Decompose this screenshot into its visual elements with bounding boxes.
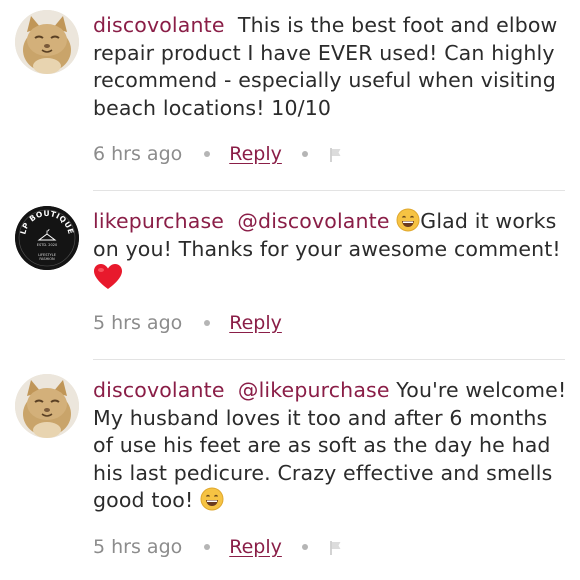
cat-avatar-icon [15,10,79,74]
reply-link[interactable]: Reply [229,143,282,165]
smiley-emoji-icon [200,487,224,511]
separator-dot [204,544,211,550]
timestamp: 5 hrs ago [93,312,183,334]
divider [93,190,565,191]
heart-emoji-icon [93,263,123,291]
username-link[interactable]: likepurchase [93,209,224,233]
timestamp: 6 hrs ago [93,143,183,165]
separator-dot [301,544,308,550]
reply-link[interactable]: Reply [229,536,282,558]
mention-link[interactable]: @discovolante [237,209,389,233]
avatar[interactable] [15,374,79,438]
flag-icon[interactable] [328,146,344,162]
divider [93,359,565,360]
cat-avatar-icon [15,374,79,438]
lp-boutique-logo-icon: LP BOUTIQUE ESTD. 2020 LIFESTYLE FASHION [15,206,79,270]
avatar[interactable]: LP BOUTIQUE ESTD. 2020 LIFESTYLE FASHION [15,206,79,270]
separator-dot [204,151,211,157]
comment-text: discovolante @likepurchase You're welcom… [93,377,568,515]
mention-link[interactable]: @likepurchase [238,378,390,402]
avatar[interactable] [15,10,79,74]
comment-meta: 5 hrs ago Reply [93,310,282,336]
svg-text:FASHION: FASHION [39,257,55,261]
comment-text: likepurchase @discovolante Glad it works… [93,208,568,293]
timestamp: 5 hrs ago [93,536,183,558]
reply-link[interactable]: Reply [229,312,282,334]
flag-icon[interactable] [328,539,344,555]
smiley-emoji-icon [396,208,420,232]
username-link[interactable]: discovolante [93,378,225,402]
svg-text:ESTD. 2020: ESTD. 2020 [37,243,57,247]
comment-meta: 5 hrs ago Reply [93,534,344,560]
username-link[interactable]: discovolante [93,13,225,37]
separator-dot [204,320,211,326]
separator-dot [301,151,308,157]
comment-text: discovolante This is the best foot and e… [93,12,568,122]
comment-meta: 6 hrs ago Reply [93,141,344,167]
